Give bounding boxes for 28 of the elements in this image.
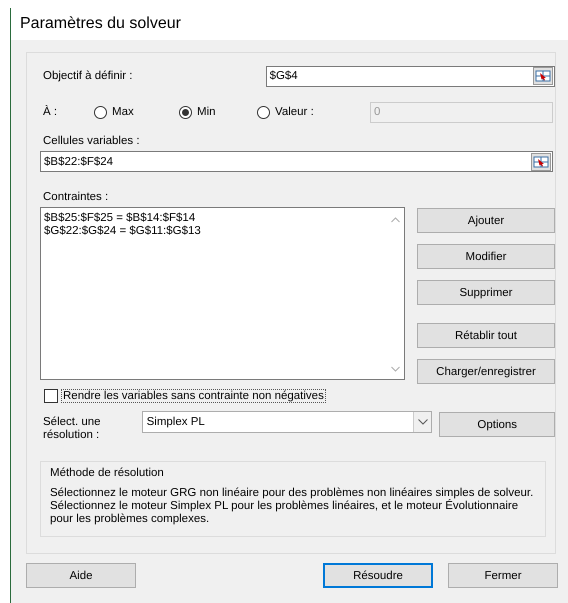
radio-option[interactable]: Max (94, 106, 179, 118)
objective-field[interactable]: $G$4 (266, 66, 555, 86)
cell-reference-icon[interactable] (531, 152, 551, 170)
constraints-label: Contraintes : (42, 191, 110, 203)
objective-label: Objectif à définir : (42, 70, 134, 82)
method-info-title: Méthode de résolution (50, 467, 165, 479)
radio-option[interactable]: Valeur : (257, 106, 370, 118)
to-label: À : (42, 106, 58, 118)
constraint-item[interactable]: $G$22:$G$24 = $G$11:$G$13 (44, 225, 201, 238)
variable-cells-label: Cellules variables : (42, 135, 141, 147)
variable-cells-field[interactable]: $B$22:$F$24 (40, 151, 553, 172)
dialog-button[interactable]: Fermer (448, 563, 558, 588)
radio-option[interactable]: Min (179, 106, 257, 118)
constraint-button[interactable]: Charger/enregistrer (417, 359, 555, 384)
constraint-button[interactable]: Modifier (417, 244, 555, 269)
constraint-item[interactable]: $B$25:$F$25 = $B$14:$F$14 (44, 212, 201, 225)
constraint-button[interactable]: Supprimer (417, 280, 555, 305)
dialog-button[interactable]: Aide (26, 563, 136, 588)
dialog-button[interactable]: Résoudre (323, 563, 433, 588)
options-button[interactable]: Options (439, 412, 556, 437)
method-dropdown[interactable]: Simplex PL (142, 411, 432, 433)
dropdown-caret-icon (418, 419, 428, 425)
cell-reference-icon[interactable] (533, 67, 553, 85)
method-label: Sélect. une résolution : (42, 415, 102, 442)
window-title: Paramètres du solveur (20, 15, 181, 33)
constraint-button[interactable]: Rétablir tout (417, 323, 555, 348)
method-info-text: Sélectionnez le moteur GRG non linéaire pour des problèmes non linéaires simples de solveur. Sélectionnez le moteur Simplex PL pour les problèmes linéaires, et le moteur Évolutionnaire pour les problèmes complexes. (50, 487, 534, 526)
constraint-button[interactable]: Ajouter (417, 208, 555, 233)
